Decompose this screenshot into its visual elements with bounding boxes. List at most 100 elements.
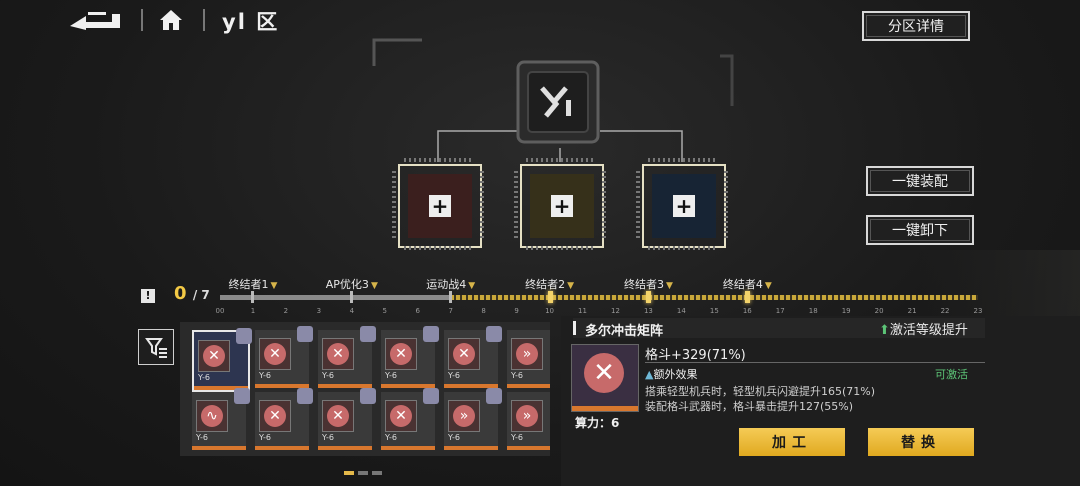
pilot-avatar [360, 388, 376, 404]
chip-preview: ✕ [571, 344, 639, 412]
x-icon: ✕ [390, 343, 412, 365]
chip-art: ✕ [259, 400, 291, 432]
milestone-tick [448, 291, 452, 303]
chip-card[interactable]: ✕ Y-6 [255, 388, 313, 450]
scale-number: 8 [481, 307, 486, 315]
pilot-avatar [423, 388, 439, 404]
milestone-label[interactable]: 终结者3 ▼ [624, 276, 673, 292]
chip-pins [404, 246, 472, 250]
add-icon: + [551, 195, 573, 217]
chip-card[interactable]: » Y-6 [507, 330, 550, 388]
progress-locked-track [450, 295, 978, 300]
page-dot[interactable] [372, 471, 382, 475]
chip-card[interactable]: ✕ Y-6 [192, 328, 252, 392]
milestone-text: AP优化3 [325, 278, 369, 291]
milestone-label[interactable]: 运动战4 ▼ [426, 276, 475, 292]
dropdown-icon: ▼ [270, 281, 278, 291]
chip-card[interactable]: ✕ Y-6 [381, 326, 439, 388]
unequip-all-button[interactable]: 一键卸下 [866, 215, 974, 245]
scale-number: 4 [349, 307, 355, 315]
home-button[interactable] [158, 8, 184, 32]
chip-art: » [511, 400, 543, 432]
scale-number: 6 [415, 307, 420, 315]
extra-effect-label: 额外效果 [653, 368, 698, 381]
zone-details-button[interactable]: 分区详情 [862, 11, 970, 41]
chip-pins [404, 158, 472, 162]
chip-level: Y-6 [511, 433, 523, 442]
chip-slot-olive[interactable]: + [520, 164, 604, 248]
milestone-label[interactable]: 终结者2 ▼ [525, 276, 574, 292]
back-button[interactable] [66, 8, 126, 32]
scale-number: 22 [940, 307, 950, 315]
scale-number: 16 [742, 307, 752, 315]
chip-art: ✕ [322, 400, 354, 432]
equip-all-button[interactable]: 一键装配 [866, 166, 974, 196]
xi-logo-icon [516, 60, 600, 144]
arrows-icon: » [453, 405, 475, 427]
page-indicator [344, 460, 386, 479]
milestone-label[interactable]: AP优化3 ▼ [326, 276, 378, 292]
scale-number: 23 [973, 307, 983, 315]
upgrade-hint[interactable]: ⬆激活等级提升 [879, 319, 968, 338]
pilot-avatar [360, 326, 376, 342]
dropdown-icon: ▼ [370, 281, 378, 291]
counter-total: / 7 [192, 288, 210, 302]
page-dot[interactable] [344, 471, 354, 475]
x-icon: ✕ [264, 405, 286, 427]
header-marker [573, 321, 576, 335]
rarity-bar [192, 446, 246, 450]
chip-slot-blue[interactable]: + [642, 164, 726, 248]
process-button[interactable]: 加工 [739, 428, 845, 456]
counter-current: 0 [174, 283, 187, 304]
chip-level: Y-6 [385, 433, 397, 442]
chip-card[interactable]: ✕ Y-6 [255, 326, 313, 388]
milestone-tick [349, 291, 353, 303]
effect-description: 装配格斗武器时，格斗暴击提升127(55%) [645, 400, 854, 413]
scale-number: 18 [808, 307, 818, 315]
chip-card[interactable]: ✕ Y-6 [381, 388, 439, 450]
chip-level: Y-6 [448, 371, 460, 380]
chip-card[interactable]: ✕ Y-6 [444, 326, 502, 388]
milestone-text: 终结者2 [525, 278, 566, 291]
milestone-label[interactable]: 终结者4 ▼ [723, 276, 772, 292]
scale-number: 5 [382, 307, 388, 315]
filter-icon [145, 338, 167, 358]
chip-card[interactable]: ✕ Y-6 [318, 326, 376, 388]
x-icon: ✕ [390, 405, 412, 427]
milestone-label[interactable]: 终结者1 ▼ [228, 276, 277, 292]
compute-cost: 算力：6 [575, 416, 620, 430]
pilot-avatar [297, 388, 313, 404]
dropdown-icon: ▼ [567, 281, 575, 291]
milestone-tick [250, 291, 254, 303]
milestone-tick [646, 291, 652, 303]
milestone-text: 终结者4 [722, 278, 763, 291]
chip-pins [602, 170, 606, 238]
rarity-bar [507, 384, 550, 388]
back-icon [70, 12, 120, 30]
rarity-bar [572, 406, 638, 411]
replace-button[interactable]: 替换 [868, 428, 974, 456]
page-dot[interactable] [358, 471, 368, 475]
scale-number: 21 [907, 307, 917, 315]
chip-art: ✕ [198, 340, 230, 372]
chip-card[interactable]: » Y-6 [444, 388, 502, 450]
chip-level: Y-6 [511, 371, 523, 380]
chip-slot-red[interactable]: + [398, 164, 482, 248]
filter-button[interactable] [138, 329, 174, 365]
warning-icon[interactable]: ! [141, 289, 155, 303]
chip-pins [648, 158, 716, 162]
divider [203, 9, 205, 31]
dropdown-icon: ▼ [665, 281, 673, 291]
chip-card[interactable]: » Y-6 [507, 392, 550, 450]
chip-card[interactable]: ✕ Y-6 [318, 388, 376, 450]
chip-card[interactable]: ∿ Y-6 [192, 388, 250, 450]
chip-pins [514, 170, 518, 238]
chip-pins [526, 246, 594, 250]
chip-art: ✕ [259, 338, 291, 370]
chip-level: Y-6 [198, 373, 210, 382]
chip-art: ✕ [322, 338, 354, 370]
rarity-bar [318, 446, 372, 450]
pilot-avatar [486, 388, 502, 404]
scale-number: 7 [448, 307, 453, 315]
arrows-icon: » [516, 343, 538, 365]
